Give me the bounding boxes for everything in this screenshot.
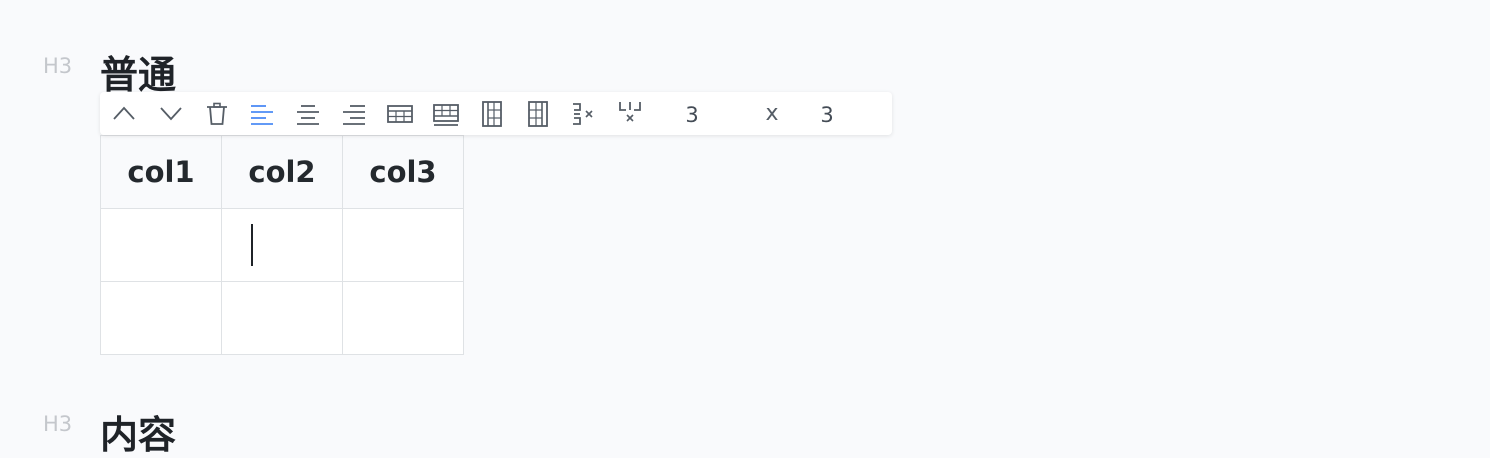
insert-column-left-button[interactable] bbox=[477, 99, 507, 129]
table-row bbox=[100, 281, 464, 355]
insert-column-right-icon bbox=[528, 101, 548, 127]
move-up-button[interactable] bbox=[109, 99, 139, 129]
table-row bbox=[100, 208, 464, 282]
table-cell-active[interactable] bbox=[221, 208, 343, 282]
table-cell[interactable] bbox=[221, 281, 343, 355]
trash-icon bbox=[207, 102, 227, 125]
delete-row-button[interactable] bbox=[569, 99, 599, 129]
table-header-cell[interactable]: col3 bbox=[342, 135, 464, 209]
table-cell[interactable] bbox=[100, 281, 222, 355]
table-cell[interactable] bbox=[342, 208, 464, 282]
text-cursor bbox=[251, 224, 253, 266]
delete-row-icon bbox=[573, 103, 593, 125]
insert-row-above-icon bbox=[387, 105, 413, 123]
delete-column-icon bbox=[619, 102, 641, 122]
delete-table-button[interactable] bbox=[202, 99, 232, 129]
table-header-row: col1 col2 col3 bbox=[100, 135, 464, 209]
align-right-icon bbox=[343, 105, 365, 125]
table-cell[interactable] bbox=[342, 281, 464, 355]
table-cell[interactable] bbox=[100, 208, 222, 282]
insert-row-below-button[interactable] bbox=[431, 99, 461, 129]
heading-putong[interactable]: 普通 bbox=[100, 56, 176, 94]
insert-column-right-button[interactable] bbox=[523, 99, 553, 129]
content-table: col1 col2 col3 bbox=[100, 135, 464, 355]
table-header-cell[interactable]: col1 bbox=[100, 135, 222, 209]
move-down-button[interactable] bbox=[156, 99, 186, 129]
heading-neirong[interactable]: 内容 bbox=[100, 416, 176, 454]
align-center-icon bbox=[297, 105, 319, 125]
table-rows-input[interactable] bbox=[670, 100, 714, 130]
heading-level-marker: H3 bbox=[43, 54, 73, 78]
table-header-cell[interactable]: col2 bbox=[221, 135, 343, 209]
dimension-separator: x bbox=[765, 101, 779, 126]
insert-column-left-icon bbox=[482, 101, 502, 127]
heading-level-marker: H3 bbox=[43, 412, 73, 436]
table-columns-input[interactable] bbox=[805, 100, 849, 130]
align-left-icon bbox=[251, 105, 273, 125]
align-center-button[interactable] bbox=[293, 99, 323, 129]
align-left-button[interactable] bbox=[247, 99, 277, 129]
delete-column-button[interactable] bbox=[615, 99, 645, 129]
insert-row-above-button[interactable] bbox=[385, 99, 415, 129]
move-down-icon bbox=[160, 107, 182, 121]
move-up-icon bbox=[113, 106, 135, 120]
insert-row-below-icon bbox=[433, 104, 459, 126]
align-right-button[interactable] bbox=[339, 99, 369, 129]
table-toolbar: x bbox=[100, 92, 892, 135]
